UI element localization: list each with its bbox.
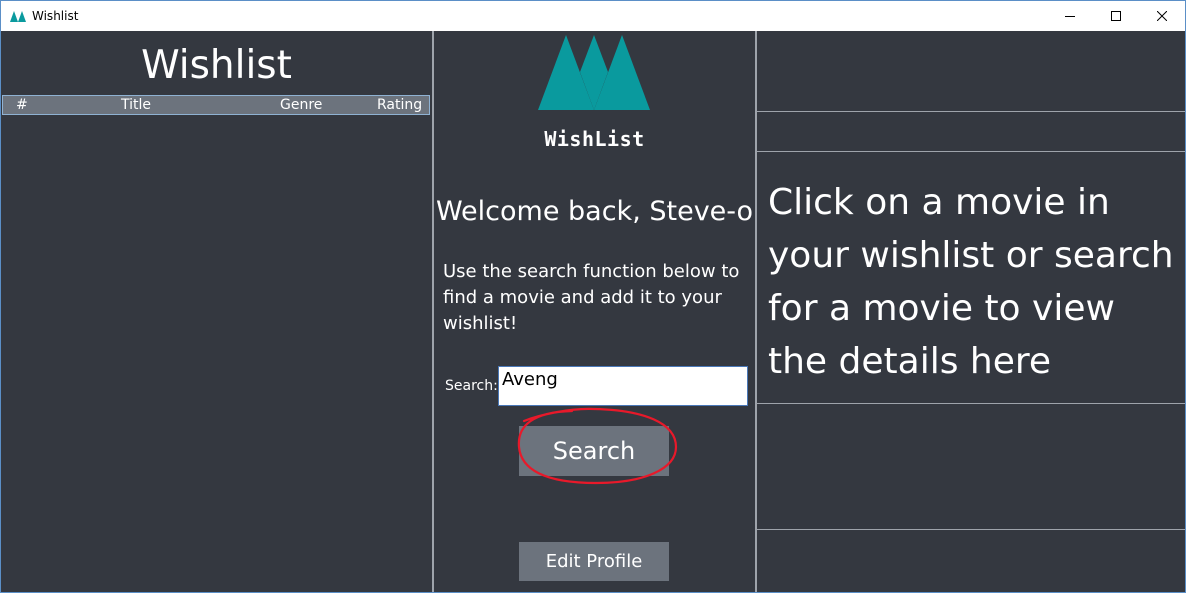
title-bar[interactable]: Wishlist: [1, 1, 1185, 31]
search-panel: WishList Welcome back, Steve-o Use the s…: [434, 31, 755, 592]
wishlist-heading: Wishlist: [141, 43, 292, 88]
search-label: Search:: [445, 378, 498, 394]
details-placeholder: Click on a movie in your wishlist or sea…: [768, 182, 1174, 382]
minimize-button[interactable]: [1047, 1, 1093, 31]
search-instructions: Use the search function below to find a …: [443, 261, 740, 334]
close-icon: [1157, 11, 1167, 21]
column-header-genre[interactable]: Genre: [280, 97, 322, 113]
column-header-rating[interactable]: Rating: [377, 97, 422, 113]
search-input[interactable]: Aveng: [498, 366, 748, 406]
close-button[interactable]: [1139, 1, 1185, 31]
details-divider: [757, 151, 1185, 152]
wishlist-logo-icon: [538, 35, 650, 110]
maximize-button[interactable]: [1093, 1, 1139, 31]
column-header-number[interactable]: #: [16, 97, 28, 113]
wishlist-table-header: # Title Genre Rating: [2, 95, 430, 115]
logo-wordmark: WishList: [544, 127, 645, 151]
details-divider: [757, 111, 1185, 112]
wishlist-panel: Wishlist # Title Genre Rating: [1, 31, 432, 592]
app-window: Wishlist Wishlist # Title Genre Rating W…: [0, 0, 1186, 593]
window-title: Wishlist: [32, 9, 79, 23]
welcome-message: Welcome back, Steve-o: [435, 196, 754, 227]
details-divider: [757, 529, 1185, 530]
minimize-icon: [1065, 16, 1075, 17]
details-panel: Click on a movie in your wishlist or sea…: [757, 31, 1185, 592]
window-controls: [1047, 1, 1185, 31]
maximize-icon: [1111, 11, 1121, 21]
column-header-title[interactable]: Title: [121, 97, 151, 113]
details-divider: [757, 403, 1185, 404]
edit-profile-button[interactable]: Edit Profile: [519, 542, 669, 581]
search-button[interactable]: Search: [519, 426, 669, 476]
app-logo-icon: [10, 11, 26, 22]
